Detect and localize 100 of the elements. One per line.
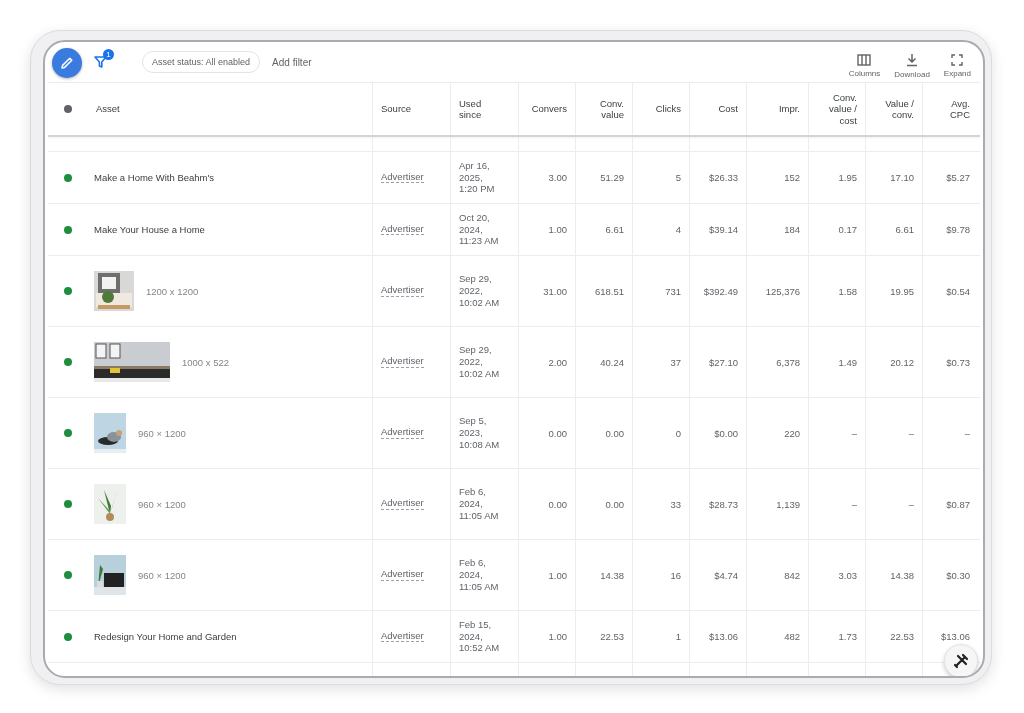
metric-value: 37 xyxy=(670,356,681,368)
metric-value: $27.10 xyxy=(708,356,738,368)
add-filter-button[interactable]: Add filter xyxy=(270,54,314,70)
metric-value: 17.10 xyxy=(890,172,914,183)
filter-count-badge: 1 xyxy=(103,49,114,60)
column-header[interactable]: Asset xyxy=(96,103,120,115)
metric-value: 22.53 xyxy=(890,631,914,642)
metric-value: $4.74 xyxy=(714,569,738,581)
metric-value: $28.73 xyxy=(708,498,738,510)
metric-value: 1,139 xyxy=(776,498,800,510)
source-link[interactable]: Advertiser xyxy=(381,285,424,297)
asset-name: 1000 x 522 xyxy=(182,356,229,368)
column-header[interactable]: Value / conv. xyxy=(874,97,914,121)
metric-value: $0.87 xyxy=(946,498,970,510)
source-link[interactable]: Advertiser xyxy=(381,569,424,581)
asset-name: Make Your House a Home xyxy=(94,224,205,235)
source-link[interactable]: Advertiser xyxy=(381,356,424,368)
metric-value: 125,376 xyxy=(765,285,800,297)
column-header[interactable]: Conv. value xyxy=(584,97,624,121)
metric-value: 1 xyxy=(675,631,681,642)
metric-value: 0 xyxy=(675,427,681,439)
metric-value: $39.14 xyxy=(708,224,738,235)
expand-icon xyxy=(951,54,964,66)
metric-value: $9.78 xyxy=(946,224,970,235)
metric-value: 40.24 xyxy=(600,356,624,368)
tools-button[interactable] xyxy=(944,644,978,676)
source-link[interactable]: Advertiser xyxy=(381,498,424,510)
metric-value: 1.00 xyxy=(548,631,567,642)
metric-value: $0.30 xyxy=(946,569,970,581)
used-since-date: Feb 15, 2024, 10:52 AM xyxy=(459,618,501,655)
source-link[interactable]: Advertiser xyxy=(381,171,424,184)
metric-value: $0.00 xyxy=(714,427,738,439)
metric-value: $13.06 xyxy=(940,631,970,642)
filter-button[interactable]: 1 xyxy=(94,49,116,71)
column-header[interactable]: Convers xyxy=(531,103,567,115)
status-filter-chip[interactable]: Asset status: All enabled xyxy=(142,51,261,73)
metric-value: 0.17 xyxy=(838,224,857,235)
metric-value: 0.00 xyxy=(548,498,567,510)
metric-value: 1.95 xyxy=(838,172,857,183)
metric-value: 618.51 xyxy=(594,285,624,297)
metric-value: $0.73 xyxy=(946,356,970,368)
download-button[interactable]: Download xyxy=(890,53,934,79)
metric-value: 3.00 xyxy=(548,172,567,183)
columns-button[interactable]: Columns xyxy=(844,54,885,78)
metric-value: – xyxy=(851,427,857,439)
metric-value: 31.00 xyxy=(543,285,567,297)
metric-value: 33 xyxy=(670,498,681,510)
metric-value: $26.33 xyxy=(708,172,738,183)
metric-value: 184 xyxy=(784,224,800,235)
used-since-date: Oct 20, 2024, 11:23 AM xyxy=(459,211,500,248)
metric-value: 1.73 xyxy=(838,631,857,642)
metric-value: – xyxy=(851,498,857,510)
asset-name: Make a Home With Beahm's xyxy=(94,172,215,183)
metric-value: 20.12 xyxy=(890,356,914,368)
pencil-icon xyxy=(59,55,75,71)
metric-value: $0.54 xyxy=(946,285,970,297)
metric-value: 1.49 xyxy=(838,356,857,368)
metric-value: 19.95 xyxy=(890,285,914,297)
metric-value: $13.06 xyxy=(708,631,738,642)
metric-value: – xyxy=(908,498,914,510)
metric-value: 1.00 xyxy=(548,569,567,581)
status-header-dot xyxy=(64,105,72,113)
metric-value: $5.27 xyxy=(946,172,970,183)
metric-value: – xyxy=(908,427,914,439)
column-header[interactable]: Source xyxy=(381,103,412,115)
metric-value: 482 xyxy=(784,631,800,642)
source-link[interactable]: Advertiser xyxy=(381,427,424,439)
column-header[interactable]: Avg. CPC xyxy=(931,97,970,121)
metric-value: 731 xyxy=(665,285,681,297)
column-header[interactable]: Conv. value / cost xyxy=(817,91,857,127)
column-header[interactable]: Impr. xyxy=(778,103,800,115)
source-link[interactable]: Advertiser xyxy=(381,630,424,643)
used-since-date: Feb 6, 2024, 11:05 AM xyxy=(459,557,500,593)
metric-value: 6.61 xyxy=(895,224,914,235)
edit-button[interactable] xyxy=(52,48,82,78)
metric-value: 16 xyxy=(670,569,681,581)
asset-name: Redesign Your Home and Garden xyxy=(94,631,237,642)
download-icon xyxy=(905,53,920,67)
used-since-date: Apr 16, 2025, 1:20 PM xyxy=(459,159,496,196)
metric-value: 0.00 xyxy=(605,498,624,510)
column-header[interactable]: Cost xyxy=(718,103,738,115)
metric-value: 14.38 xyxy=(600,569,624,581)
asset-name: 960 × 1200 xyxy=(138,498,186,510)
column-header[interactable]: Clicks xyxy=(655,103,681,115)
metric-value: 5 xyxy=(675,172,681,183)
metric-value: 6.61 xyxy=(605,224,624,235)
asset-name: 960 × 1200 xyxy=(138,427,186,439)
used-since-date: Sep 5, 2023, 10:08 AM xyxy=(459,415,501,451)
used-since-date: Sep 29, 2022, 10:02 AM xyxy=(459,273,501,309)
metric-value: 2.00 xyxy=(548,356,567,368)
metric-value: $392.49 xyxy=(703,285,738,297)
asset-name: 1200 x 1200 xyxy=(146,285,199,297)
columns-icon xyxy=(857,54,872,66)
metric-value: 3.03 xyxy=(838,569,857,581)
expand-button[interactable]: Expand xyxy=(939,54,975,78)
metric-value: 152 xyxy=(784,172,800,183)
used-since-date: Sep 29, 2022, 10:02 AM xyxy=(459,344,501,380)
source-link[interactable]: Advertiser xyxy=(381,223,424,236)
used-since-date: Feb 6, 2024, 11:05 AM xyxy=(459,486,500,522)
column-header[interactable]: Used since xyxy=(459,97,493,121)
